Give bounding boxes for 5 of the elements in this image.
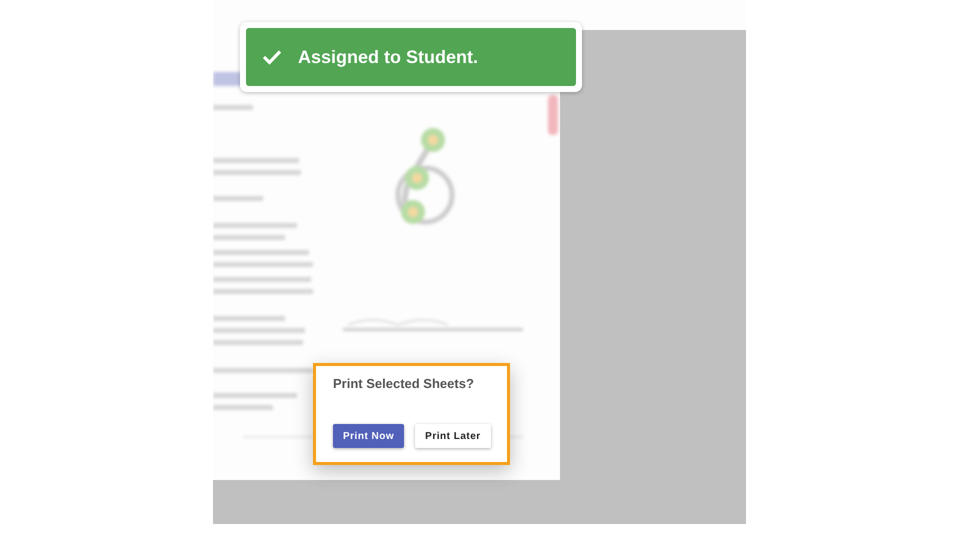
checkmark-icon bbox=[262, 49, 282, 65]
dialog-title: Print Selected Sheets? bbox=[333, 376, 475, 391]
print-later-button[interactable]: Print Later bbox=[415, 424, 491, 448]
print-now-button[interactable]: Print Now bbox=[333, 424, 404, 448]
toast-message: Assigned to Student. bbox=[298, 46, 478, 68]
